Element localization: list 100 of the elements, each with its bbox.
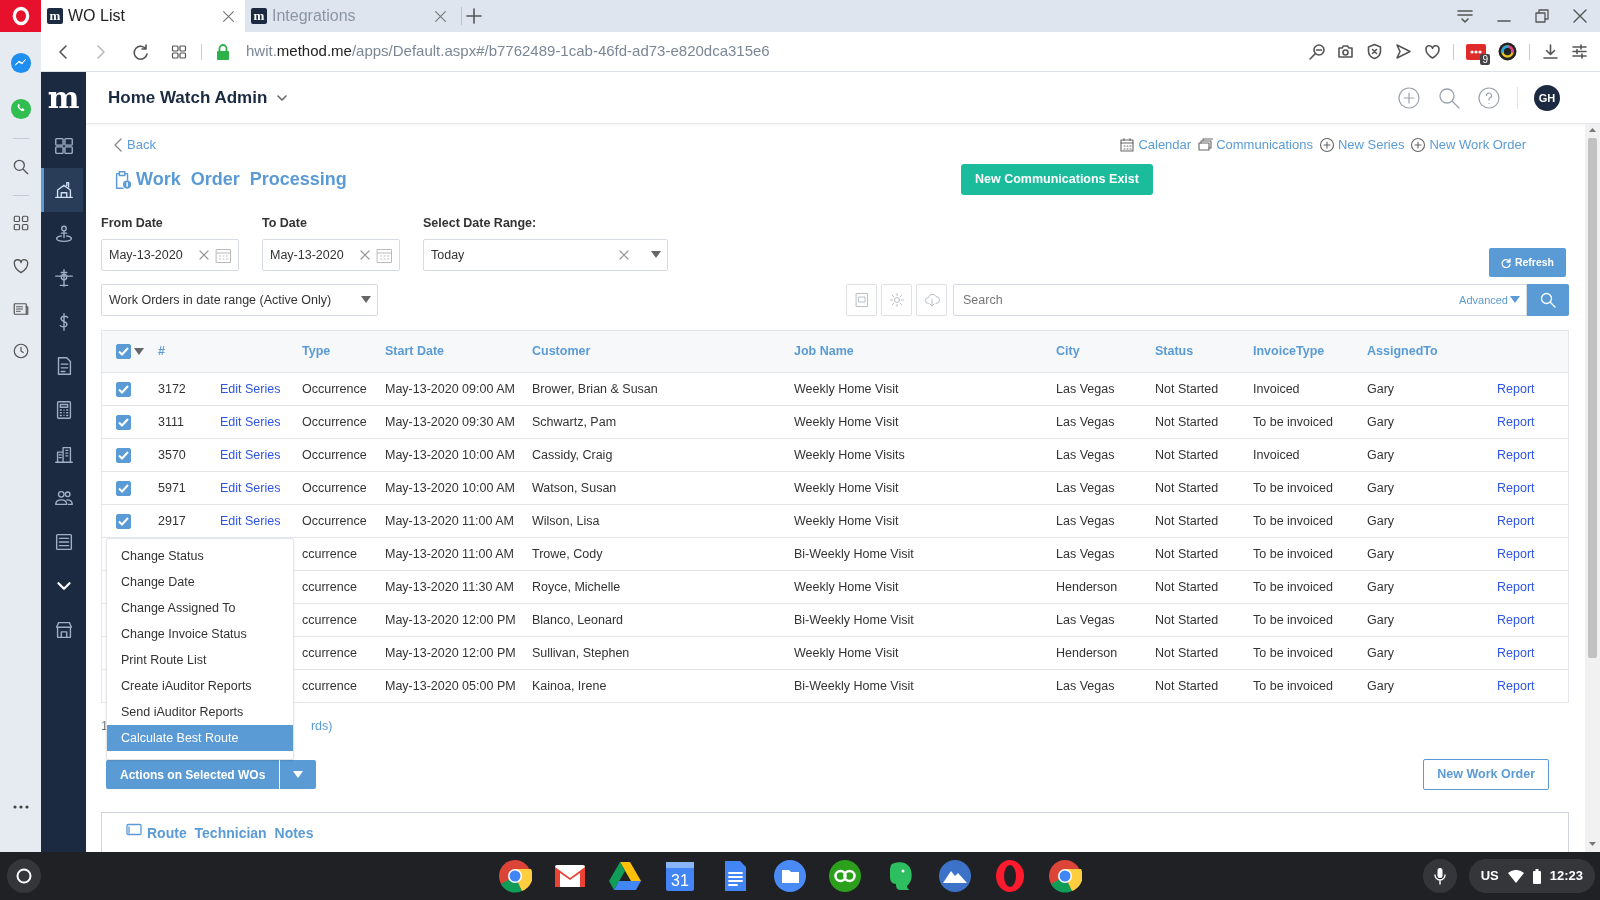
toolbar-link[interactable]: New Series (1318, 135, 1405, 155)
camera-icon[interactable] (1337, 43, 1354, 60)
toolbar-link[interactable]: Communications (1197, 135, 1313, 155)
table-cell-text: To be invoiced (1252, 545, 1334, 563)
scrollbar[interactable] (1585, 124, 1600, 852)
report-link[interactable]: Report (1489, 379, 1570, 399)
table-cell-text: Invoiced (1252, 446, 1301, 464)
edit-series-link[interactable]: Edit Series (212, 511, 294, 531)
table-cell-text: Gary (1366, 578, 1396, 596)
table-cell-text: Weekly Home Visit (793, 380, 900, 398)
clear-icon[interactable] (360, 250, 370, 260)
dropdown-toggle[interactable] (279, 760, 317, 789)
report-link[interactable]: Report (1489, 544, 1570, 564)
chat-icon[interactable] (9, 52, 32, 74)
shield-block-icon[interactable] (1366, 43, 1383, 60)
app-icon[interactable] (828, 859, 862, 893)
menu-item[interactable]: Change Assigned To (107, 595, 293, 621)
more-icon[interactable] (11, 804, 30, 810)
caret-icon[interactable] (651, 251, 661, 259)
table-cell-text: 5971 (157, 479, 187, 497)
checkbox[interactable] (116, 414, 131, 430)
zoom-out-icon[interactable] (1308, 43, 1325, 60)
table-cell-text: Not Started (1154, 512, 1220, 530)
mountain-icon[interactable] (938, 859, 972, 893)
menu-item[interactable]: Send iAuditor Reports (107, 699, 293, 725)
caret-icon[interactable] (134, 347, 144, 356)
status-tray[interactable]: US 12:23 (1468, 859, 1595, 893)
reload-icon[interactable] (131, 42, 149, 61)
tab-menu-icon[interactable] (1456, 8, 1474, 24)
close-icon[interactable] (434, 9, 447, 23)
report-link[interactable]: Report (1489, 478, 1570, 498)
report-link[interactable]: Report (1489, 412, 1570, 432)
table-cell-text: To be invoiced (1252, 479, 1334, 497)
mic-button[interactable] (1422, 859, 1457, 893)
new-tab-icon[interactable] (466, 8, 482, 24)
date-field[interactable]: May-13-2020 (262, 239, 400, 271)
url-text[interactable]: hwit.method.me/apps/Default.aspx#/b7762489-1cab-46fd-ad73-e820dca315e6 (246, 40, 770, 63)
menu-item[interactable]: Print Route List (107, 647, 293, 673)
report-link[interactable]: Report (1489, 643, 1570, 663)
heart-icon[interactable] (1424, 43, 1441, 60)
report-link[interactable]: Report (1489, 676, 1570, 696)
table-cell-text: Occurrence (301, 446, 368, 464)
browser-tab[interactable]: m WO List (41, 0, 245, 32)
menu-item[interactable]: Create iAuditor Reports (107, 673, 293, 699)
grid-icon[interactable] (11, 214, 30, 232)
grid-icon[interactable] (171, 43, 187, 60)
color-wheel-icon[interactable] (1498, 42, 1517, 61)
close-icon[interactable] (222, 9, 235, 23)
table-cell-text: Not Started (1154, 380, 1220, 398)
edit-series-link[interactable]: Edit Series (212, 379, 294, 399)
toolbar-link[interactable]: New Work Order (1410, 135, 1526, 155)
app-logo[interactable]: m (41, 72, 86, 124)
close-icon[interactable] (1572, 8, 1588, 24)
view-select[interactable]: Work Orders in date range (Active Only) (101, 284, 378, 316)
browser-icon[interactable] (498, 859, 532, 893)
date-field[interactable]: May-13-2020 (101, 239, 239, 271)
send-icon[interactable] (1395, 43, 1412, 60)
user-avatar[interactable]: GH (1534, 84, 1560, 111)
checkbox[interactable] (116, 447, 131, 463)
news-icon[interactable] (11, 300, 30, 318)
checkbox[interactable] (116, 480, 131, 496)
chevron-left-icon (113, 138, 123, 152)
folder-icon[interactable] (773, 859, 807, 893)
table-cell-text: Not Started (1154, 413, 1220, 431)
date-range-select[interactable]: Today (423, 239, 668, 271)
sliders-icon[interactable] (1571, 43, 1588, 60)
checkbox[interactable] (116, 381, 131, 397)
sidebar-item[interactable] (41, 168, 83, 212)
restore-icon[interactable] (1534, 8, 1550, 24)
clear-icon[interactable] (199, 250, 209, 260)
clear-icon[interactable] (619, 250, 629, 260)
download-icon[interactable] (1542, 43, 1559, 60)
edit-series-link[interactable]: Edit Series (212, 412, 294, 432)
report-link[interactable]: Report (1489, 511, 1570, 531)
checkbox[interactable] (116, 344, 131, 359)
account-title[interactable]: Home Watch Admin (108, 84, 268, 111)
menu-item[interactable]: Change Status (107, 543, 293, 569)
extension-button[interactable]: 9 (1466, 42, 1486, 61)
browser-icon[interactable] (1048, 859, 1082, 893)
menu-item[interactable]: Change Date (107, 569, 293, 595)
calendar-icon[interactable]: 31 (663, 859, 697, 893)
edit-series-link[interactable]: Edit Series (212, 478, 294, 498)
triangle-icon[interactable] (608, 859, 642, 893)
report-link[interactable]: Report (1489, 445, 1570, 465)
browser-logo[interactable] (10, 6, 31, 26)
caret-icon[interactable] (361, 296, 371, 304)
browser-tab[interactable]: m Integrations (245, 0, 457, 32)
back-link[interactable]: Back (113, 135, 156, 155)
ring-icon[interactable] (993, 859, 1027, 893)
advanced-link[interactable]: Advanced (1459, 291, 1520, 309)
dashboard-icon (52, 135, 75, 157)
report-link[interactable]: Report (1489, 577, 1570, 597)
edit-series-link[interactable]: Edit Series (212, 445, 294, 465)
menu-item[interactable]: Change Invoice Status (107, 621, 293, 647)
caret-icon[interactable] (1510, 296, 1520, 304)
launcher-button[interactable] (7, 859, 41, 893)
report-link[interactable]: Report (1489, 610, 1570, 630)
clock-icon[interactable] (11, 342, 30, 360)
search-field[interactable]: Search Advanced (953, 284, 1527, 316)
checkbox[interactable] (116, 513, 131, 529)
